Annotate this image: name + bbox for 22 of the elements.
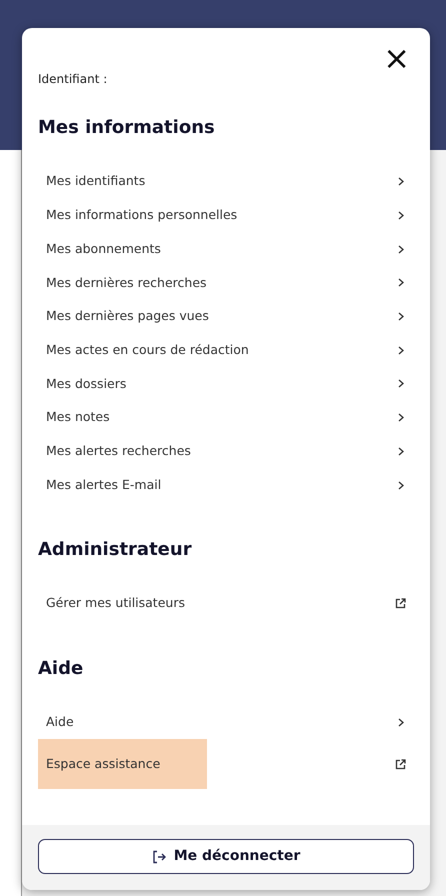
external-link-icon [395, 759, 406, 770]
logout-button[interactable]: Me déconnecter [38, 839, 414, 874]
menu-item[interactable]: Mes notes [38, 400, 414, 434]
menu-item[interactable]: Mes dernières pages vues [38, 300, 414, 334]
section-title: Aide [38, 656, 84, 681]
menu-item[interactable]: Mes alertes recherches [38, 434, 414, 468]
menu-item[interactable]: Mes actes en cours de rédaction [38, 333, 414, 368]
external-link-icon [395, 598, 406, 610]
menu-item[interactable]: Mes informations personnelles [38, 198, 414, 232]
menu-item[interactable]: Gérer mes utilisateurs [38, 586, 414, 621]
menu-item[interactable]: Mes identifiants [38, 165, 414, 199]
menu-item[interactable]: Mes dossiers [38, 367, 414, 401]
section-title: Mes informations [38, 116, 216, 140]
menu-item[interactable]: Mes alertes E-mail [38, 468, 414, 502]
close-button[interactable]: × [379, 42, 414, 74]
menu-item[interactable]: Mes abonnements [38, 232, 414, 266]
menu-item[interactable]: Mes dernières recherches [38, 266, 414, 300]
section-title: Administrateur [38, 538, 193, 562]
logout-icon [152, 850, 166, 864]
menu-item[interactable]: Aide [38, 706, 414, 740]
identifier-label: Identifiant : [38, 71, 108, 88]
menu-item[interactable]: Espace assistance [38, 739, 207, 790]
